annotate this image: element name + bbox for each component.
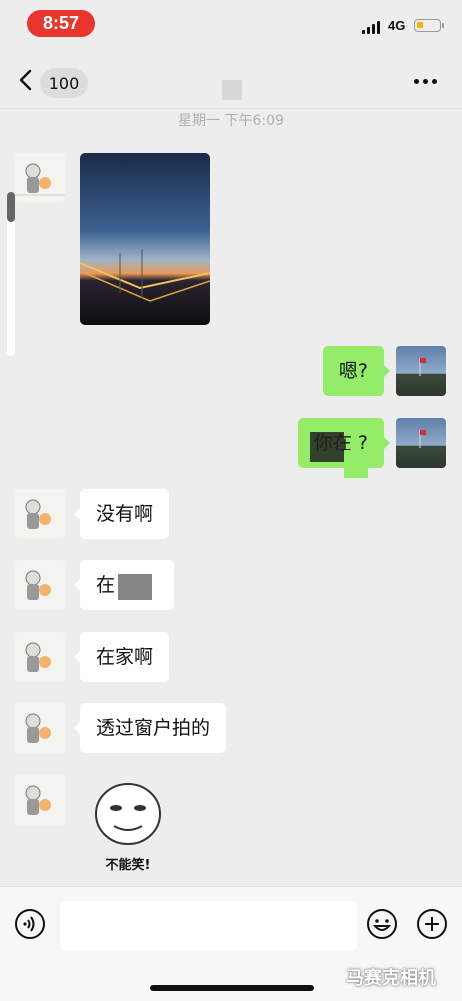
chat-title-redacted	[222, 80, 242, 100]
status-time[interactable]: 8:57	[27, 10, 95, 37]
unread-count-badge[interactable]: 100	[40, 68, 88, 98]
watermark-text: 马赛克相机	[346, 968, 436, 989]
contact-avatar[interactable]	[15, 153, 65, 203]
more-options-icon[interactable]	[414, 74, 440, 88]
contact-avatar[interactable]	[15, 632, 65, 682]
home-indicator[interactable]	[150, 985, 314, 991]
contact-avatar[interactable]	[15, 489, 65, 539]
scrollbar-thumb[interactable]	[7, 192, 15, 222]
sent-message-bubble[interactable]: 嗯?	[322, 346, 391, 396]
chat-header: 100	[0, 52, 462, 108]
battery-icon	[414, 19, 444, 32]
my-avatar[interactable]	[396, 346, 446, 396]
received-message-bubble[interactable]: 透过窗户拍的	[73, 703, 227, 753]
my-avatar[interactable]	[396, 418, 446, 468]
sticker-caption: 不能笑!	[105, 858, 151, 873]
sticker-message[interactable]: 不能笑!	[80, 776, 176, 873]
message-input[interactable]	[60, 901, 357, 951]
contact-avatar[interactable]	[15, 560, 65, 610]
message-timestamp: 星期一 下午6:09	[178, 113, 284, 129]
back-icon[interactable]	[16, 68, 38, 92]
voice-input-button[interactable]	[14, 908, 46, 940]
network-type: 4G	[388, 18, 406, 33]
contact-avatar[interactable]	[15, 775, 65, 825]
header-divider	[0, 108, 462, 109]
more-actions-button[interactable]	[416, 908, 448, 940]
scrollbar[interactable]	[7, 192, 15, 356]
redaction-mosaic	[344, 450, 368, 478]
status-bar: 8:57 4G	[0, 0, 462, 48]
signal-icon	[362, 20, 382, 34]
contact-avatar[interactable]	[15, 703, 65, 753]
redaction-mosaic	[310, 432, 344, 462]
received-message-bubble[interactable]: 在家啊	[73, 632, 170, 682]
image-message[interactable]	[80, 153, 210, 325]
received-message-bubble[interactable]: 没有啊	[73, 489, 170, 539]
emoji-button[interactable]	[366, 908, 398, 940]
redaction-mosaic	[118, 574, 152, 600]
